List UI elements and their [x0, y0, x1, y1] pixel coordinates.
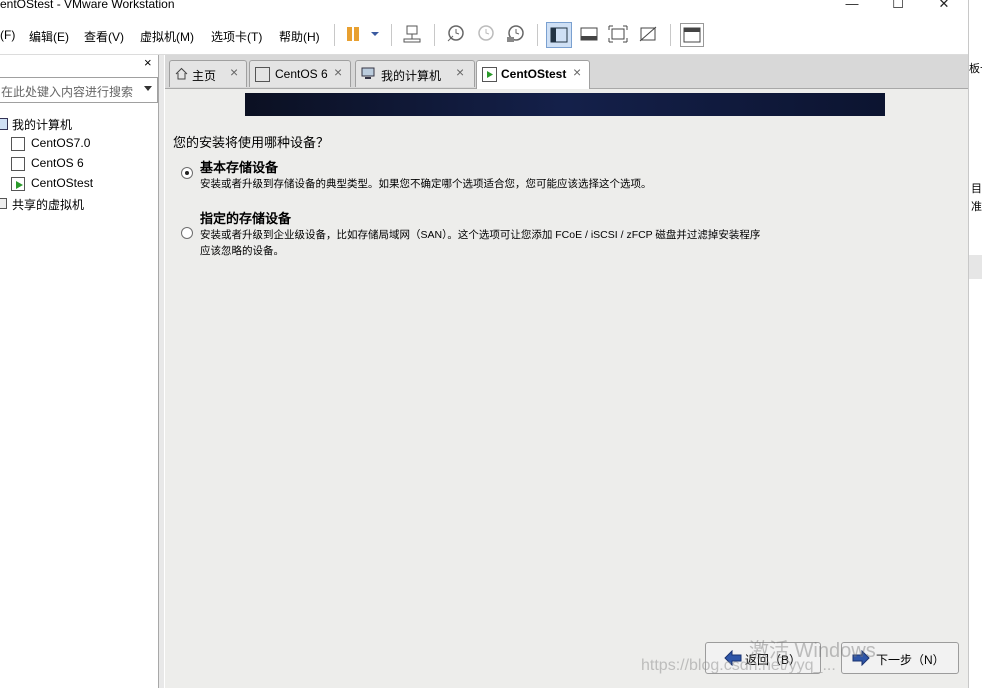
- toolbar-separator: [670, 24, 671, 46]
- tree-vm-centostest[interactable]: CentOStest: [31, 176, 93, 190]
- tab-my-computer[interactable]: 我的计算机 ×: [355, 60, 475, 87]
- send-ctrl-alt-del-icon[interactable]: [401, 23, 423, 45]
- tab-close-icon[interactable]: ×: [456, 64, 464, 80]
- specialized-storage-radio[interactable]: [181, 227, 193, 239]
- vm-console[interactable]: 您的安装将使用哪种设备？ 基本存储设备 安装或者升级到存储设备的典型类型。如果您…: [165, 89, 968, 688]
- thumbnail-bar-icon[interactable]: [578, 23, 600, 45]
- window-title: entOStest - VMware Workstation: [0, 0, 175, 11]
- snapshot-manager-icon[interactable]: [504, 23, 526, 45]
- specialized-storage-title[interactable]: 指定的存储设备: [200, 208, 291, 227]
- tree-my-computer[interactable]: 我的计算机: [12, 116, 72, 133]
- tree-vm-centos6[interactable]: CentOS 6: [31, 156, 84, 170]
- edge-text: 目: [971, 183, 982, 195]
- edge-text: 准: [971, 201, 982, 213]
- snapshot-icon[interactable]: [444, 23, 466, 45]
- basic-storage-radio[interactable]: [181, 167, 193, 179]
- computer-icon: [361, 67, 375, 80]
- chevron-down-icon[interactable]: [144, 86, 152, 91]
- pause-dropdown-icon[interactable]: [364, 23, 386, 45]
- menu-view[interactable]: 查看(V): [84, 28, 124, 45]
- basic-storage-desc: 安装或者升级到存储设备的典型类型。如果您不确定哪个选项适合您，您可能应该选择这个…: [200, 178, 652, 190]
- specialized-storage-desc-line2: 应该忽略的设备。: [200, 245, 284, 257]
- menu-edit[interactable]: 编辑(E): [29, 28, 69, 45]
- tree-shared-vms[interactable]: 共享的虚拟机: [12, 196, 84, 213]
- tab-strip: 主页 × CentOS 6 × 我的计算机 × CentOStest ×: [165, 55, 968, 89]
- toolbar-separator: [334, 24, 335, 46]
- toolbar-separator: [391, 24, 392, 46]
- computer-icon: [0, 118, 8, 130]
- background-window-edge: 板卡 目 准: [968, 0, 982, 688]
- radio-selected-dot: [185, 171, 189, 175]
- library-close-button[interactable]: ×: [144, 55, 152, 70]
- storage-question: 您的安装将使用哪种设备？: [173, 135, 330, 150]
- shared-vms-icon: [0, 198, 7, 209]
- tab-close-icon[interactable]: ×: [230, 64, 238, 80]
- fullscreen-icon[interactable]: [607, 23, 629, 45]
- maximize-button[interactable]: ☐: [884, 0, 912, 12]
- title-bar: entOStest - VMware Workstation — ☐ ✕: [0, 0, 968, 14]
- tab-centos6[interactable]: CentOS 6 ×: [249, 60, 351, 87]
- vm-icon: [11, 157, 25, 171]
- tab-label: CentOStest: [501, 67, 567, 81]
- installer-banner: [245, 93, 885, 116]
- vm-icon: [255, 67, 270, 82]
- close-button[interactable]: ✕: [930, 0, 958, 12]
- edge-text: 板卡: [969, 63, 982, 75]
- search-placeholder: 在此处键入内容进行搜索: [1, 85, 134, 99]
- library-search-input[interactable]: 在此处键入内容进行搜索: [0, 77, 158, 103]
- tab-centostest[interactable]: CentOStest ×: [476, 60, 590, 89]
- tree-vm-centos70[interactable]: CentOS7.0: [31, 136, 90, 150]
- tab-close-icon[interactable]: ×: [334, 64, 342, 80]
- tab-label: 主页: [192, 69, 217, 83]
- next-button-label: 下一步（N）: [876, 653, 945, 667]
- library-pane: × 在此处键入内容进行搜索 我的计算机 CentOS7.0 CentOS 6 C…: [0, 55, 159, 688]
- menu-tabs[interactable]: 选项卡(T): [211, 28, 262, 45]
- menu-vm[interactable]: 虚拟机(M): [140, 28, 194, 45]
- tab-home[interactable]: 主页 ×: [169, 60, 247, 87]
- unity-icon[interactable]: [637, 23, 659, 45]
- pane-splitter[interactable]: [159, 55, 164, 688]
- basic-storage-title[interactable]: 基本存储设备: [200, 157, 278, 176]
- minimize-button[interactable]: —: [838, 0, 866, 12]
- vm-icon: [11, 137, 25, 151]
- tab-label: 我的计算机: [381, 69, 442, 83]
- tab-label: CentOS 6: [275, 67, 328, 81]
- specialized-storage-desc: 安装或者升级到企业级设备，比如存储局域网（SAN）。这个选项可让您添加 FCoE…: [200, 229, 761, 241]
- edge-block: [969, 255, 982, 279]
- toolbar-separator: [434, 24, 435, 46]
- revert-snapshot-icon[interactable]: [474, 23, 496, 45]
- running-vm-icon: [11, 177, 25, 191]
- menu-file[interactable]: (F): [0, 28, 15, 42]
- blog-url-watermark: https://blog.csdn.net/yyq_...: [641, 657, 836, 674]
- console-view-icon[interactable]: [680, 23, 704, 47]
- menu-help[interactable]: 帮助(H): [279, 28, 320, 45]
- pause-icon[interactable]: [343, 23, 365, 45]
- toolbar-separator: [537, 24, 538, 46]
- tab-close-icon[interactable]: ×: [573, 64, 581, 80]
- menu-toolbar-bar: (F) 编辑(E) 查看(V) 虚拟机(M) 选项卡(T) 帮助(H): [0, 14, 968, 55]
- show-library-icon[interactable]: [546, 22, 572, 48]
- home-icon: [175, 67, 188, 80]
- running-vm-icon: [482, 67, 497, 82]
